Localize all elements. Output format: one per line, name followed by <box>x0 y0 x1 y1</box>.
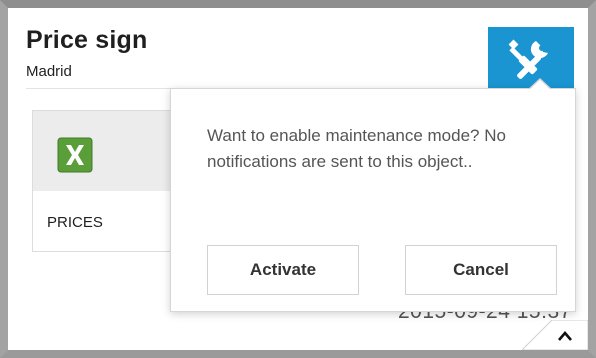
chevron-up-icon <box>558 331 572 341</box>
card-title: Price sign <box>26 26 148 54</box>
corner-fold <box>522 320 588 350</box>
file-tile-prices[interactable]: PRICES <box>32 110 182 252</box>
card-subtitle: Madrid <box>26 63 72 80</box>
popover-arrow-fill <box>529 80 551 90</box>
file-name: PRICES <box>47 214 103 231</box>
cancel-button[interactable]: Cancel <box>405 245 557 295</box>
excel-file-icon <box>57 137 93 173</box>
expand-button[interactable] <box>522 320 588 350</box>
maintenance-dialog: Want to enable maintenance mode? No noti… <box>170 88 576 312</box>
file-thumbnail <box>33 111 181 191</box>
activate-button[interactable]: Activate <box>207 245 359 295</box>
dialog-message: Want to enable maintenance mode? No noti… <box>207 126 506 171</box>
